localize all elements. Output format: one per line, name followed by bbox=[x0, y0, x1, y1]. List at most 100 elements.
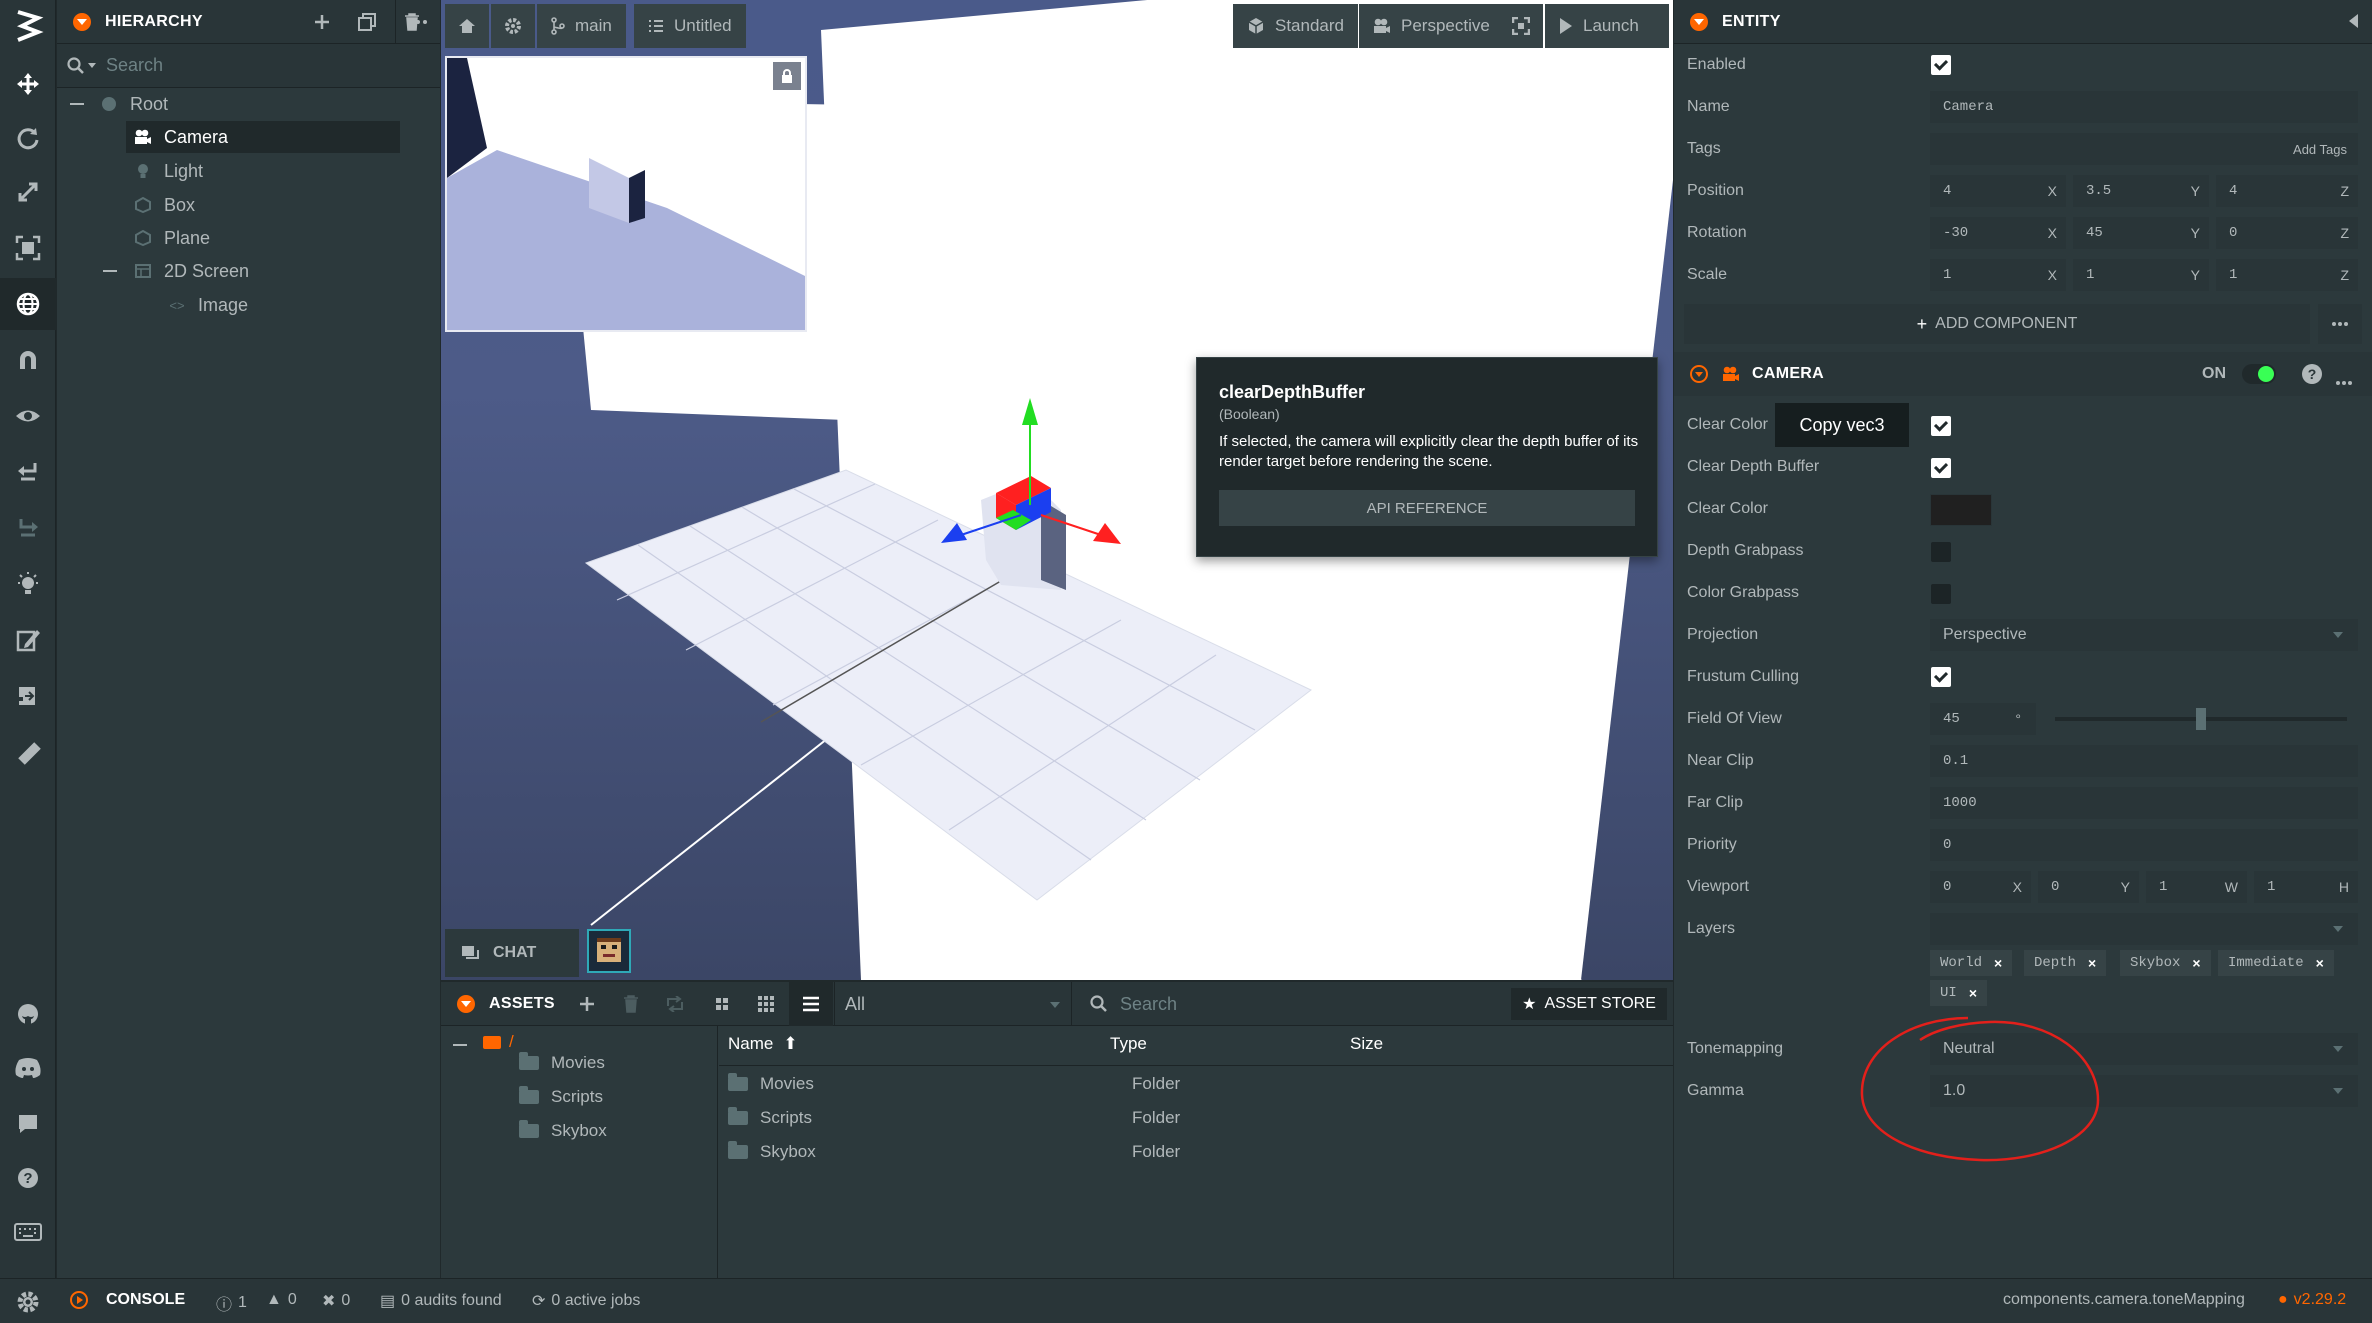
far-clip-input[interactable]: 1000 bbox=[1930, 787, 2358, 819]
component-help-icon[interactable]: ? bbox=[2302, 364, 2322, 384]
column-name[interactable]: Name ⬆ bbox=[728, 1034, 798, 1054]
remove-tag-icon[interactable]: × bbox=[2316, 955, 2324, 971]
clear-color-buffer-checkbox[interactable] bbox=[1931, 416, 1951, 436]
position-y-input[interactable]: 3.5 Y bbox=[2073, 175, 2209, 207]
column-type[interactable]: Type bbox=[1110, 1034, 1147, 1054]
layer-tag[interactable]: UI × bbox=[1930, 980, 1987, 1006]
code-editor-icon[interactable] bbox=[0, 614, 56, 666]
scale-z-input[interactable]: 1Z bbox=[2216, 259, 2358, 291]
tree-item-image[interactable]: <> Image bbox=[168, 289, 400, 321]
collapse-2d-screen-icon[interactable] bbox=[103, 270, 117, 272]
github-icon[interactable] bbox=[0, 988, 56, 1040]
keyboard-shortcuts-icon[interactable] bbox=[0, 1206, 56, 1258]
audits-status[interactable]: ▤ 0 audits found bbox=[380, 1291, 502, 1311]
layer-tag[interactable]: Immediate × bbox=[2218, 950, 2334, 976]
collapse-component-icon[interactable] bbox=[1690, 365, 1708, 383]
bake-lightmapper-icon[interactable] bbox=[0, 558, 56, 610]
hierarchy-more-icon[interactable] bbox=[395, 0, 439, 44]
search-options-chevron-icon[interactable] bbox=[88, 63, 96, 68]
version-info[interactable]: ● v2.29.2 bbox=[2278, 1291, 2346, 1309]
viewport-x-input[interactable]: 0X bbox=[1930, 871, 2031, 903]
resize-element-tool-icon[interactable] bbox=[0, 222, 56, 274]
details-view-icon[interactable] bbox=[789, 982, 833, 1026]
discord-icon[interactable] bbox=[0, 1042, 56, 1094]
translate-tool-icon[interactable] bbox=[0, 58, 56, 110]
api-reference-button[interactable]: API REFERENCE bbox=[1219, 490, 1635, 526]
snap-magnet-icon[interactable] bbox=[0, 334, 56, 386]
fov-input[interactable]: 45 ° bbox=[1930, 703, 2036, 735]
render-mode-button[interactable]: Standard bbox=[1233, 4, 1358, 48]
editor-logo-icon[interactable] bbox=[8, 8, 48, 48]
world-space-icon[interactable] bbox=[0, 278, 56, 330]
near-clip-input[interactable]: 0.1 bbox=[1930, 745, 2358, 777]
collapse-panel-icon[interactable] bbox=[73, 12, 91, 31]
collapse-panel-icon[interactable] bbox=[457, 994, 475, 1013]
delete-asset-icon[interactable] bbox=[609, 982, 653, 1026]
grid-small-view-icon[interactable] bbox=[744, 982, 788, 1026]
viewport-y-input[interactable]: 0Y bbox=[2038, 871, 2139, 903]
tags-input[interactable]: Add Tags bbox=[1930, 133, 2358, 165]
rotate-tool-icon[interactable] bbox=[0, 112, 56, 164]
warning-count[interactable]: ▲ 0 bbox=[266, 1291, 297, 1309]
asset-store-button[interactable]: ★ ASSET STORE bbox=[1511, 988, 1667, 1020]
jobs-status[interactable]: ⟳ 0 active jobs bbox=[532, 1291, 640, 1311]
feedback-icon[interactable] bbox=[0, 1098, 56, 1150]
component-more-icon[interactable] bbox=[2336, 372, 2352, 390]
color-grabpass-checkbox[interactable] bbox=[1931, 584, 1951, 604]
chat-button[interactable]: CHAT bbox=[445, 929, 579, 977]
rotation-z-input[interactable]: 0Z bbox=[2216, 217, 2358, 249]
component-enabled-toggle[interactable] bbox=[2242, 364, 2276, 384]
layer-tag[interactable]: Skybox × bbox=[2120, 950, 2211, 976]
asset-tree-scripts[interactable]: Scripts bbox=[519, 1080, 603, 1114]
layer-tag[interactable]: Depth × bbox=[2024, 950, 2107, 976]
undo-icon[interactable] bbox=[0, 446, 56, 498]
collapse-root-icon[interactable] bbox=[70, 103, 84, 105]
add-entity-icon[interactable] bbox=[300, 0, 344, 44]
projection-select[interactable]: Perspective bbox=[1930, 619, 2358, 651]
scale-y-input[interactable]: 1Y bbox=[2073, 259, 2209, 291]
rotation-x-input[interactable]: -30 X bbox=[1930, 217, 2066, 249]
redo-icon[interactable] bbox=[0, 502, 56, 554]
branch-button[interactable]: main bbox=[537, 4, 626, 48]
remove-tag-icon[interactable]: × bbox=[2088, 955, 2096, 971]
asset-up-folder-icon[interactable] bbox=[653, 982, 697, 1026]
fullscreen-button[interactable] bbox=[1499, 4, 1543, 48]
settings-gear-icon[interactable] bbox=[0, 1280, 56, 1323]
collapse-root-folder-icon[interactable] bbox=[453, 1044, 467, 1046]
hierarchy-search[interactable]: Search bbox=[57, 44, 440, 88]
focus-eye-icon[interactable] bbox=[0, 390, 56, 442]
collapse-inspector-icon[interactable] bbox=[2349, 14, 2358, 28]
position-x-input[interactable]: 4X bbox=[1930, 175, 2066, 207]
asset-tree-skybox[interactable]: Skybox bbox=[519, 1114, 607, 1148]
table-row[interactable]: Skybox Folder bbox=[728, 1135, 1668, 1169]
scene-list-button[interactable]: Untitled bbox=[634, 4, 746, 48]
grid-large-view-icon[interactable] bbox=[700, 982, 744, 1026]
console-toggle[interactable]: CONSOLE bbox=[70, 1291, 185, 1309]
enabled-checkbox[interactable] bbox=[1931, 55, 1951, 75]
duplicate-entity-icon[interactable] bbox=[345, 0, 389, 44]
frustum-culling-checkbox[interactable] bbox=[1931, 667, 1951, 687]
clear-color-swatch[interactable] bbox=[1930, 494, 1992, 526]
tree-item-box[interactable]: Box bbox=[134, 189, 400, 221]
scale-x-input[interactable]: 1X bbox=[1930, 259, 2066, 291]
layer-tag[interactable]: World × bbox=[1930, 950, 2013, 976]
add-component-button[interactable]: + ADD COMPONENT bbox=[1684, 304, 2310, 344]
priority-input[interactable]: 0 bbox=[1930, 829, 2358, 861]
table-row[interactable]: Movies Folder bbox=[728, 1067, 1668, 1101]
user-avatar[interactable] bbox=[587, 929, 631, 973]
clear-depth-buffer-checkbox[interactable] bbox=[1931, 458, 1951, 478]
rotation-y-input[interactable]: 45 Y bbox=[2073, 217, 2209, 249]
name-input[interactable]: Camera bbox=[1930, 91, 2358, 123]
scale-tool-icon[interactable] bbox=[0, 166, 56, 218]
publish-icon[interactable] bbox=[0, 670, 56, 722]
column-size[interactable]: Size bbox=[1350, 1034, 1383, 1054]
remove-tag-icon[interactable]: × bbox=[1969, 985, 1977, 1001]
tree-item-plane[interactable]: Plane bbox=[134, 222, 400, 254]
position-z-input[interactable]: 4Z bbox=[2216, 175, 2358, 207]
layers-select[interactable] bbox=[1930, 913, 2358, 945]
asset-type-filter[interactable]: All bbox=[834, 982, 1068, 1026]
asset-tree-movies[interactable]: Movies bbox=[519, 1046, 605, 1080]
asset-root-folder[interactable]: / bbox=[483, 1032, 514, 1052]
add-asset-icon[interactable] bbox=[565, 982, 609, 1026]
launch-button[interactable]: Launch bbox=[1545, 4, 1669, 48]
